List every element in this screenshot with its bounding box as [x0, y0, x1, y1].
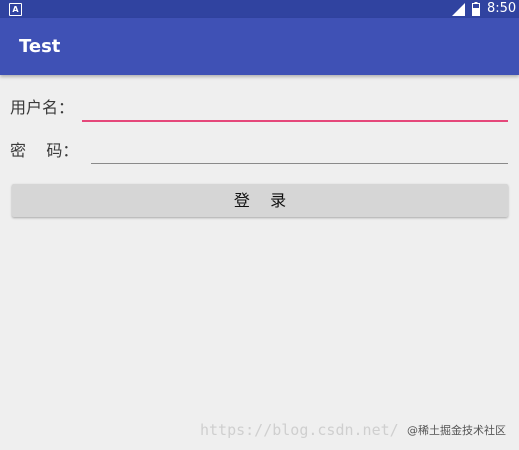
password-input[interactable]	[91, 139, 508, 164]
status-bar: A 8:50	[0, 0, 519, 18]
toolbar-title: Test	[19, 36, 61, 57]
watermark-url: https://blog.csdn.net/	[200, 421, 399, 439]
status-time: 8:50	[487, 1, 517, 16]
password-label: 密 码：	[10, 141, 79, 160]
watermark-brand: @稀土掘金技术社区	[407, 424, 506, 438]
app-notification-icon: A	[9, 3, 22, 16]
login-button[interactable]: 登 录	[12, 184, 508, 217]
signal-icon	[452, 3, 465, 16]
app-toolbar: Test	[0, 18, 519, 75]
username-label: 用户名：	[10, 98, 75, 117]
username-input[interactable]	[82, 96, 508, 122]
battery-icon	[472, 2, 480, 16]
